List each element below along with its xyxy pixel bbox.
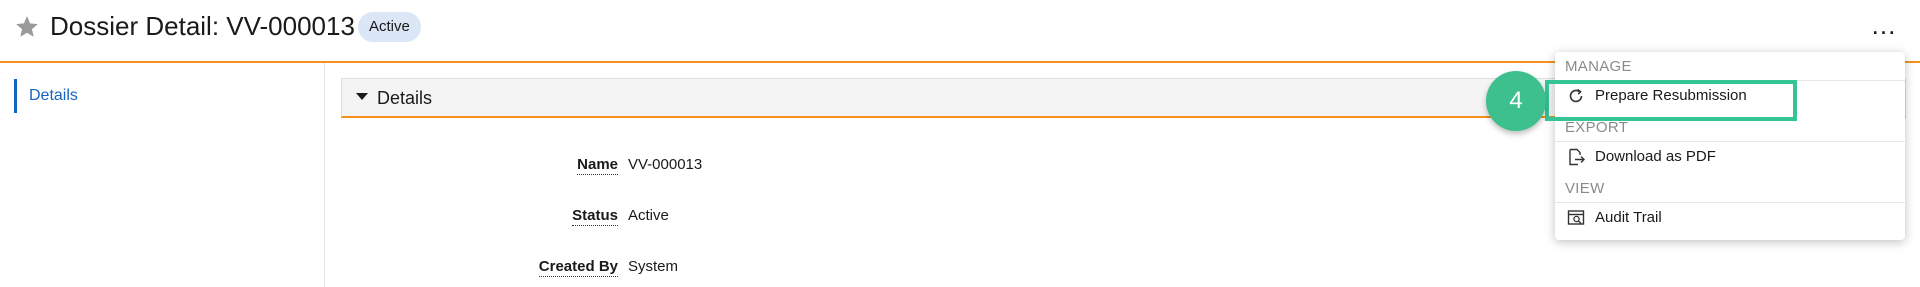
favorite-star-icon[interactable] [14, 14, 40, 40]
highlight-box [1545, 80, 1797, 121]
section-title: Details [377, 88, 433, 108]
field-label-status: Status [341, 207, 618, 226]
menu-item-label: Download as PDF [1595, 148, 1716, 165]
menu-item-download-pdf[interactable]: Download as PDF [1555, 142, 1905, 172]
audit-trail-icon [1567, 210, 1585, 225]
menu-group-export: EXPORT [1565, 119, 1629, 136]
collapse-caret-icon [356, 93, 368, 100]
step-marker: 4 [1486, 71, 1546, 131]
menu-item-audit-trail[interactable]: Audit Trail [1555, 203, 1905, 233]
sidebar-item-details[interactable]: Details [14, 79, 78, 113]
field-label-text: Status [572, 207, 618, 226]
field-label-name: Name [341, 156, 618, 175]
more-actions-button[interactable]: ... [1866, 12, 1902, 42]
menu-item-label: Audit Trail [1595, 209, 1662, 226]
menu-group-manage: MANAGE [1565, 58, 1632, 75]
field-label-text: Created By [538, 258, 618, 277]
field-value-status: Active [628, 207, 669, 224]
menu-group-view: VIEW [1565, 180, 1605, 197]
field-label-created-by: Created By [341, 258, 618, 277]
sidebar: Details [0, 63, 325, 287]
field-label-text: Name [577, 156, 618, 175]
page-title: Dossier Detail: VV-000013 [50, 11, 355, 41]
field-value-created-by: System [628, 258, 679, 275]
field-value-name: VV-000013 [628, 156, 703, 173]
export-document-icon [1569, 148, 1585, 166]
status-badge: Active [358, 12, 421, 42]
